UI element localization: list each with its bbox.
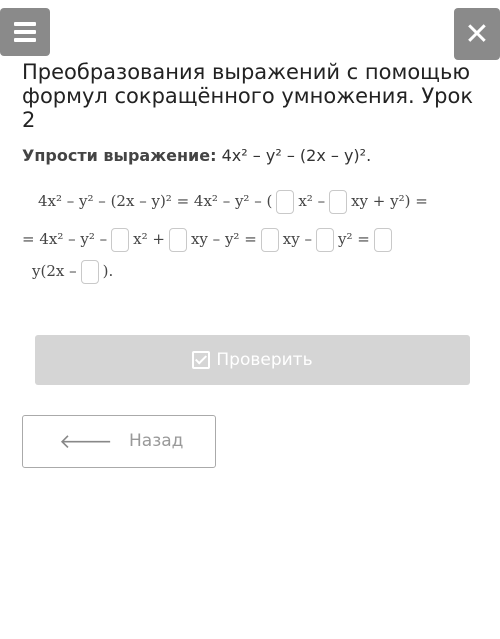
equation-line-2: = 4x² – y² – x² + xy – y² = xy – y² = bbox=[22, 228, 396, 252]
hamburger-icon bbox=[14, 22, 36, 26]
answer-blank-2[interactable] bbox=[329, 190, 348, 214]
answer-blank-3[interactable] bbox=[111, 228, 130, 252]
answer-blank-6[interactable] bbox=[315, 228, 334, 252]
task-expression: 4x² – y² – (2x – y)². bbox=[221, 146, 372, 165]
arrow-left-icon: 🡐 bbox=[59, 429, 113, 453]
check-button-label: Проверить bbox=[216, 350, 313, 370]
answer-blank-7[interactable] bbox=[373, 228, 392, 252]
equation-text: x² – bbox=[298, 192, 326, 210]
task-label: Упрости выражение: bbox=[22, 146, 217, 165]
equation-line-1: 4x² – y² – (2x – y)² = 4x² – y² – ( x² – x… bbox=[38, 190, 428, 214]
answer-blank-1[interactable] bbox=[276, 190, 295, 214]
equation-text: = 4x² – y² – bbox=[22, 230, 108, 248]
equation-text: x² + bbox=[133, 230, 165, 248]
equation-text: xy – bbox=[282, 230, 312, 248]
task-statement: Упрости выражение: 4x² – y² – (2x – y)². bbox=[22, 146, 371, 165]
menu-button[interactable] bbox=[0, 8, 50, 56]
close-button[interactable]: ✕ bbox=[454, 8, 500, 60]
answer-blank-4[interactable] bbox=[168, 228, 187, 252]
back-button-label: Назад bbox=[129, 431, 184, 451]
answer-blank-5[interactable] bbox=[260, 228, 279, 252]
equation-text: xy – y² = bbox=[190, 230, 257, 248]
equation-text: 4x² – y² – (2x – y)² = 4x² – y² – ( bbox=[38, 192, 273, 210]
close-icon: ✕ bbox=[464, 16, 490, 52]
answer-blank-8[interactable] bbox=[80, 260, 99, 284]
equation-text: ). bbox=[102, 262, 114, 280]
equation-line-3: y(2x –). bbox=[32, 260, 113, 284]
hamburger-icon-line bbox=[14, 38, 36, 42]
equation-text: y² = bbox=[337, 230, 370, 248]
back-button[interactable]: 🡐 Назад bbox=[22, 415, 216, 468]
equation-text: xy + y²) = bbox=[351, 192, 428, 210]
page-title: Преобразования выражений с помощью форму… bbox=[22, 60, 474, 132]
equation-text: y(2x – bbox=[32, 262, 77, 280]
hamburger-icon-line bbox=[14, 30, 36, 34]
checkbox-icon bbox=[192, 351, 211, 369]
check-button[interactable]: Проверить bbox=[35, 335, 470, 385]
